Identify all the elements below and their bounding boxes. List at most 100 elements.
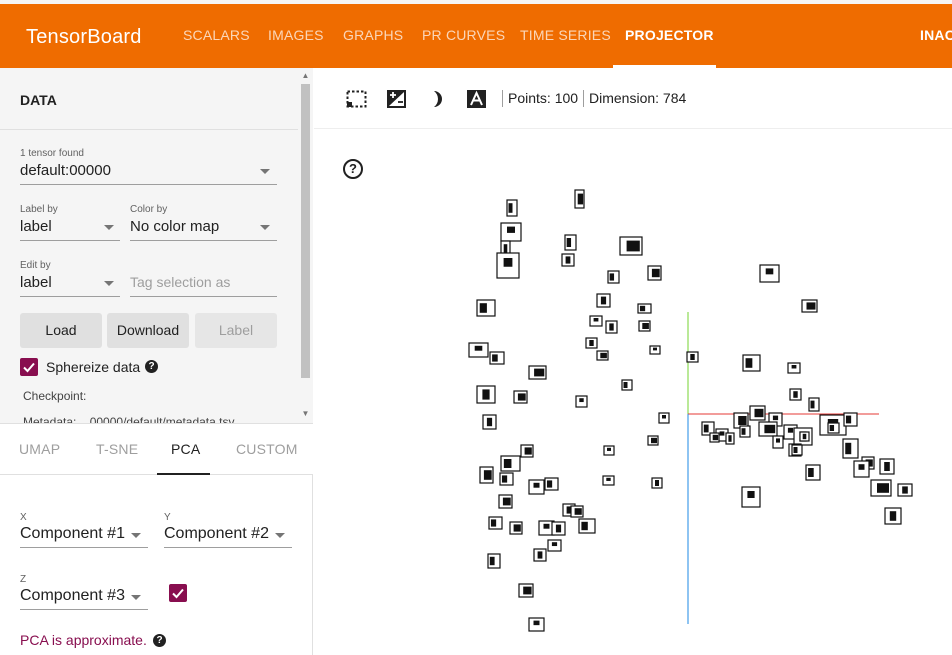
data-point-thumbnail[interactable] <box>739 425 751 438</box>
data-point-thumbnail[interactable] <box>528 365 547 380</box>
data-point-thumbnail[interactable] <box>476 385 496 404</box>
data-point-thumbnail[interactable] <box>596 350 609 361</box>
chevron-down-icon[interactable] <box>104 225 114 230</box>
data-point-thumbnail[interactable] <box>709 432 720 443</box>
data-point-thumbnail[interactable] <box>649 345 661 355</box>
data-point-thumbnail[interactable] <box>578 518 596 534</box>
data-point-thumbnail[interactable] <box>482 414 497 430</box>
tag-selection-input[interactable]: Tag selection as <box>130 274 230 290</box>
data-point-thumbnail[interactable] <box>500 455 521 472</box>
sphereize-checkbox[interactable] <box>20 358 38 376</box>
label-by-select[interactable]: label <box>20 218 52 235</box>
data-point-thumbnail[interactable] <box>605 320 618 334</box>
data-point-thumbnail[interactable] <box>547 539 562 552</box>
download-button[interactable]: Download <box>107 313 189 348</box>
data-point-thumbnail[interactable] <box>787 362 801 374</box>
data-point-thumbnail[interactable] <box>759 264 780 283</box>
tab-projector[interactable]: PROJECTOR <box>625 27 714 43</box>
data-point-thumbnail[interactable] <box>791 444 803 456</box>
data-point-thumbnail[interactable] <box>741 486 761 508</box>
data-point-thumbnail[interactable] <box>500 222 522 242</box>
pca-z-select[interactable]: Component #3 <box>20 587 125 605</box>
data-point-thumbnail[interactable] <box>638 320 651 332</box>
scroll-down-icon[interactable]: ▼ <box>301 410 310 418</box>
data-point-thumbnail[interactable] <box>509 521 523 535</box>
data-point-thumbnail[interactable] <box>647 265 662 281</box>
projection-canvas[interactable] <box>314 130 952 655</box>
edit-by-select[interactable]: label <box>20 274 52 291</box>
data-point-thumbnail[interactable] <box>725 432 735 445</box>
data-panel-scrollbar[interactable]: ▲ ▼ <box>298 68 313 423</box>
data-point-thumbnail[interactable] <box>658 412 670 424</box>
data-point-thumbnail[interactable] <box>789 388 802 401</box>
data-point-thumbnail[interactable] <box>799 431 810 442</box>
data-point-thumbnail[interactable] <box>476 299 496 317</box>
data-point-thumbnail[interactable] <box>585 337 598 349</box>
data-point-thumbnail[interactable] <box>805 464 821 481</box>
data-point-thumbnail[interactable] <box>758 421 778 437</box>
data-point-thumbnail[interactable] <box>647 435 659 446</box>
data-point-thumbnail[interactable] <box>479 466 494 484</box>
data-point-thumbnail[interactable] <box>533 548 547 562</box>
data-point-thumbnail[interactable] <box>528 617 545 632</box>
label-button[interactable]: Label <box>195 313 277 348</box>
data-point-thumbnail[interactable] <box>575 395 588 408</box>
chevron-down-icon[interactable] <box>131 595 141 600</box>
tab-images[interactable]: IMAGES <box>268 27 324 43</box>
brand-title[interactable]: TensorBoard <box>26 26 142 49</box>
tab-inactive-menu[interactable]: INAC <box>920 27 952 43</box>
data-point-thumbnail[interactable] <box>621 379 633 391</box>
data-point-thumbnail[interactable] <box>468 342 489 358</box>
tab-tsne[interactable]: T-SNE <box>96 441 138 457</box>
data-point-thumbnail[interactable] <box>518 583 534 598</box>
data-point-thumbnail[interactable] <box>551 521 566 536</box>
data-point-thumbnail[interactable] <box>637 303 652 314</box>
edit-label-icon[interactable] <box>386 89 407 109</box>
data-point-thumbnail[interactable] <box>749 405 766 421</box>
data-point-thumbnail[interactable] <box>487 553 501 569</box>
night-mode-icon[interactable] <box>426 89 447 109</box>
chevron-down-icon[interactable] <box>104 281 114 286</box>
pca-y-select[interactable]: Component #2 <box>164 525 269 543</box>
data-point-thumbnail[interactable] <box>827 422 840 434</box>
data-point-thumbnail[interactable] <box>574 189 585 209</box>
data-point-thumbnail[interactable] <box>619 236 643 256</box>
select-rectangle-icon[interactable] <box>346 89 367 109</box>
data-point-thumbnail[interactable] <box>843 412 858 427</box>
data-point-thumbnail[interactable] <box>772 435 784 449</box>
data-point-thumbnail[interactable] <box>506 199 518 217</box>
data-point-thumbnail[interactable] <box>589 315 603 327</box>
chevron-down-icon[interactable] <box>260 225 270 230</box>
data-point-thumbnail[interactable] <box>520 444 534 458</box>
color-by-select[interactable]: No color map <box>130 218 219 235</box>
data-point-thumbnail[interactable] <box>742 354 761 372</box>
data-point-thumbnail[interactable] <box>499 472 514 486</box>
data-point-thumbnail[interactable] <box>651 477 663 489</box>
data-point-thumbnail[interactable] <box>686 351 699 363</box>
tab-time-series[interactable]: TIME SERIES <box>520 27 611 43</box>
tab-pca[interactable]: PCA <box>171 441 200 457</box>
data-point-thumbnail[interactable] <box>498 494 513 509</box>
tab-custom[interactable]: CUSTOM <box>236 441 298 457</box>
tab-scalars[interactable]: SCALARS <box>183 27 250 43</box>
label-text-icon[interactable] <box>466 89 487 109</box>
scroll-thumb[interactable] <box>301 84 310 378</box>
data-point-thumbnail[interactable] <box>897 483 913 497</box>
data-point-thumbnail[interactable] <box>801 299 818 313</box>
data-point-thumbnail[interactable] <box>496 252 520 279</box>
data-point-thumbnail[interactable] <box>603 445 615 456</box>
scroll-up-icon[interactable]: ▲ <box>301 72 310 80</box>
pca-z-checkbox[interactable] <box>169 584 187 602</box>
data-point-thumbnail[interactable] <box>488 516 503 530</box>
data-point-thumbnail[interactable] <box>596 293 611 308</box>
data-point-thumbnail[interactable] <box>853 460 870 478</box>
chevron-down-icon[interactable] <box>260 169 270 174</box>
data-point-thumbnail[interactable] <box>842 438 859 459</box>
data-point-thumbnail[interactable] <box>561 253 575 267</box>
chevron-down-icon[interactable] <box>131 533 141 538</box>
help-icon[interactable]: ? <box>153 634 166 647</box>
data-point-thumbnail[interactable] <box>489 351 505 365</box>
data-point-thumbnail[interactable] <box>879 458 895 475</box>
help-icon[interactable]: ? <box>145 360 158 373</box>
data-point-thumbnail[interactable] <box>544 477 559 491</box>
